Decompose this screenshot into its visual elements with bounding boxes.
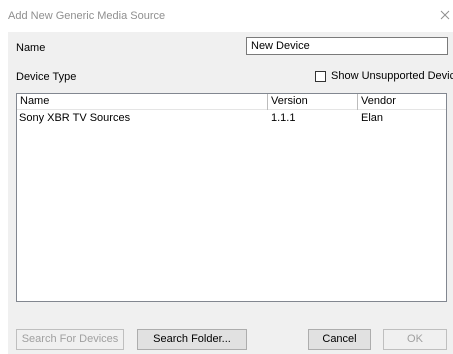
name-input[interactable] [246, 37, 448, 55]
row-name: Sony XBR TV Sources [19, 112, 131, 124]
name-label: Name [16, 42, 46, 54]
device-type-label: Device Type [16, 71, 77, 83]
ok-button[interactable]: OK [383, 329, 447, 350]
show-unsupported-label: Show Unsupported Devices [331, 70, 453, 82]
column-header-version[interactable]: Version [268, 94, 358, 110]
row-version: 1.1.1 [271, 112, 296, 124]
search-folder-button[interactable]: Search Folder... [137, 329, 247, 350]
table-row[interactable]: Sony XBR TV Sources 1.1.1 Elan [17, 111, 446, 127]
window-title: Add New Generic Media Source [8, 10, 166, 22]
close-icon[interactable] [438, 8, 452, 22]
list-header: Name Version Vendor [17, 94, 446, 110]
column-header-name[interactable]: Name [17, 94, 268, 110]
column-header-vendor[interactable]: Vendor [358, 94, 446, 110]
title-bar: Add New Generic Media Source [0, 0, 453, 32]
checkbox-box[interactable] [315, 71, 326, 82]
dialog-body: Name Device Type Show Unsupported Device… [8, 32, 453, 354]
device-list[interactable]: Name Version Vendor Sony XBR TV Sources … [16, 93, 447, 302]
row-vendor: Elan [361, 112, 384, 124]
cancel-button[interactable]: Cancel [308, 329, 371, 350]
search-for-devices-button[interactable]: Search For Devices [16, 329, 124, 350]
